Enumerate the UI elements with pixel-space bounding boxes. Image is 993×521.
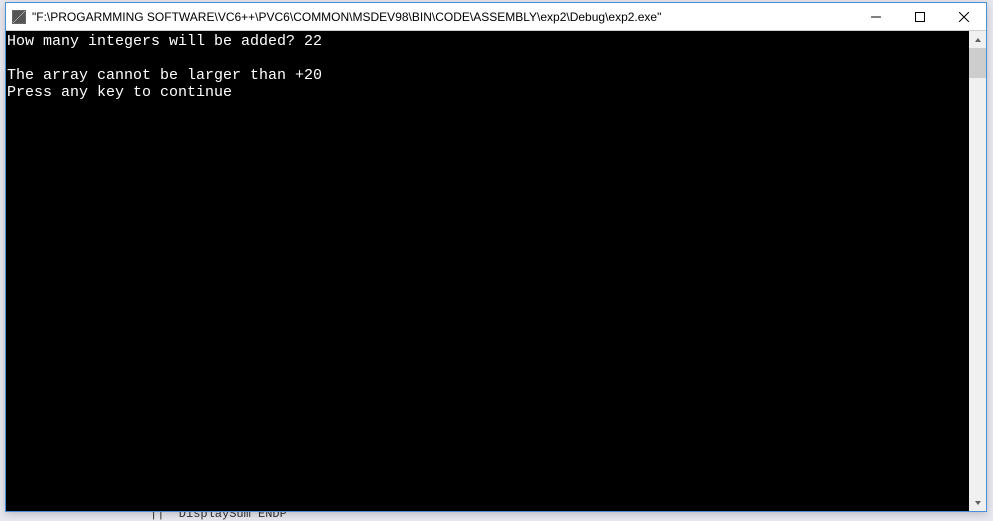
scroll-up-button[interactable] <box>969 31 986 48</box>
scrollbar-thumb[interactable] <box>969 48 986 78</box>
console-output[interactable]: How many integers will be added? 22 The … <box>6 31 969 511</box>
maximize-button[interactable] <box>898 3 942 30</box>
scrollbar-track[interactable] <box>969 48 986 494</box>
chevron-up-icon <box>974 36 982 44</box>
scroll-down-button[interactable] <box>969 494 986 511</box>
window-title: "F:\PROGARMMING SOFTWARE\VC6++\PVC6\COMM… <box>32 10 854 24</box>
close-icon <box>959 12 969 22</box>
client-area: How many integers will be added? 22 The … <box>6 31 986 511</box>
console-window: "F:\PROGARMMING SOFTWARE\VC6++\PVC6\COMM… <box>5 2 987 512</box>
app-icon <box>12 10 26 24</box>
vertical-scrollbar[interactable] <box>969 31 986 511</box>
window-controls <box>854 3 986 30</box>
minimize-icon <box>871 12 881 22</box>
titlebar[interactable]: "F:\PROGARMMING SOFTWARE\VC6++\PVC6\COMM… <box>6 3 986 31</box>
minimize-button[interactable] <box>854 3 898 30</box>
close-button[interactable] <box>942 3 986 30</box>
maximize-icon <box>915 12 925 22</box>
chevron-down-icon <box>974 499 982 507</box>
